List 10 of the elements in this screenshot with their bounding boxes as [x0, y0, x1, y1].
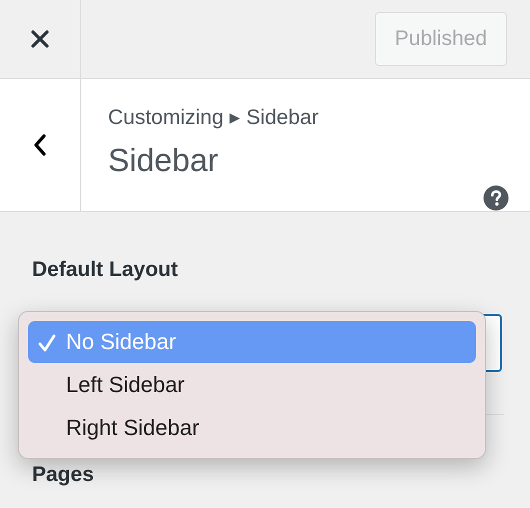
- back-icon[interactable]: [32, 133, 48, 157]
- section-label: Default Layout: [32, 258, 179, 282]
- menu-option[interactable]: Left Sidebar: [28, 364, 476, 406]
- menu-option[interactable]: Right Sidebar: [28, 407, 476, 449]
- close-icon[interactable]: [30, 29, 50, 49]
- check-icon: [37, 333, 57, 353]
- help-icon[interactable]: [483, 185, 509, 211]
- section-label: Pages: [32, 463, 95, 487]
- breadcrumb: Customizing ▸ Sidebar: [108, 105, 319, 130]
- panel-title: Sidebar: [108, 142, 220, 179]
